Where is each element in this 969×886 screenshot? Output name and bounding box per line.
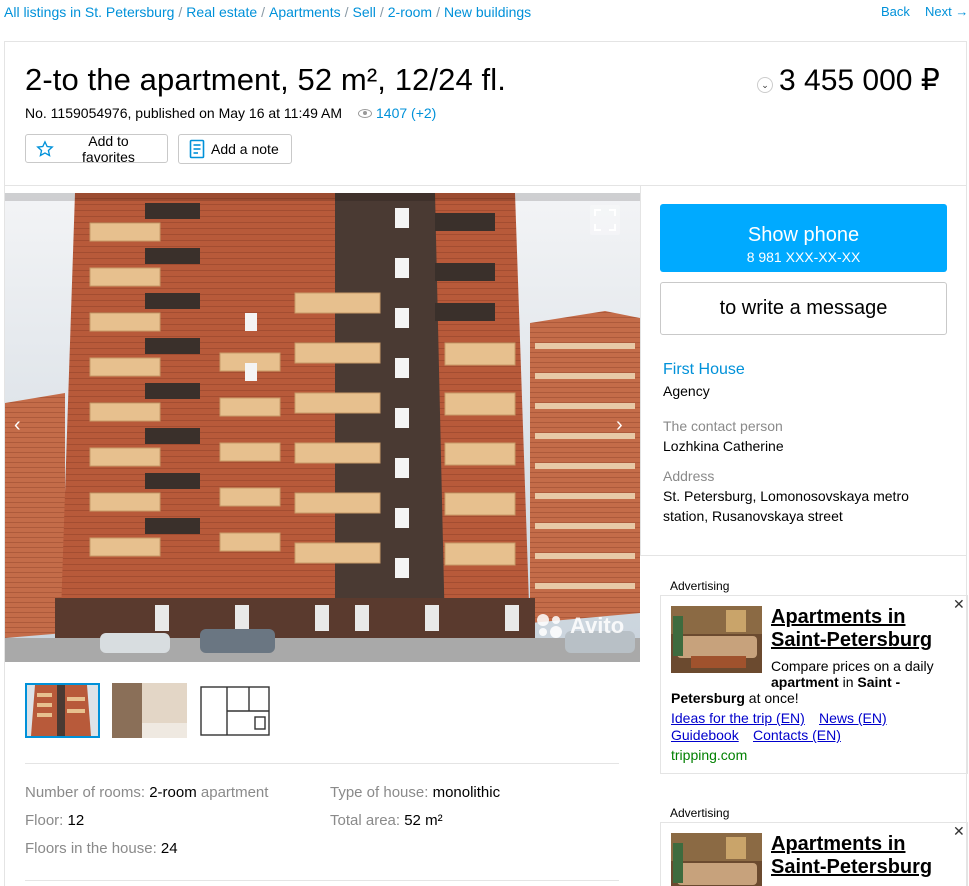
note-icon — [189, 139, 205, 159]
param-house-type: Type of house: monolithic — [330, 784, 500, 801]
param-rooms: Number of rooms: 2-room apartment — [25, 784, 268, 801]
back-link[interactable]: Back — [881, 4, 910, 19]
ad-image[interactable] — [671, 833, 762, 886]
thumbnail-1[interactable] — [25, 683, 100, 738]
address-label: Address — [663, 468, 715, 484]
contact-person-name: Lozhkina Catherine — [663, 438, 784, 454]
param-house-type-value: monolithic — [432, 784, 501, 801]
breadcrumb-separator: / — [344, 4, 349, 20]
next-photo-icon[interactable]: › — [616, 414, 623, 437]
ad-text-bold: apartment — [771, 674, 839, 690]
divider — [25, 763, 619, 764]
seller-type: Agency — [663, 383, 710, 399]
breadcrumb-apartments[interactable]: Apartments — [269, 4, 341, 20]
divider — [640, 185, 641, 556]
eye-icon — [358, 108, 372, 118]
ad-label: Advertising — [670, 806, 730, 820]
breadcrumb-separator: / — [178, 4, 183, 20]
param-floors-in-house: Floors in the house: 24 — [25, 840, 178, 857]
ad-text-line-2: apartment in Saint - — [771, 674, 900, 690]
ad-text-bold: Petersburg — [671, 690, 745, 706]
contact-person-label: The contact person — [663, 418, 783, 434]
breadcrumb-separator: / — [379, 4, 384, 20]
param-rooms-label: Number of rooms: — [25, 784, 146, 801]
param-rooms-value: 2-room — [149, 784, 197, 801]
param-floors-label: Floors in the house: — [25, 840, 157, 857]
photo-watermark: Avito — [536, 613, 624, 639]
ad-link-ideas[interactable]: Ideas for the trip (EN) — [671, 710, 805, 726]
ad-text-plain: at once! — [744, 690, 799, 706]
ad-title-line-1[interactable]: Apartments in — [771, 606, 905, 629]
next-link[interactable]: Next → — [925, 4, 968, 19]
address-line-1: St. Petersburg, Lomonosovskaya metro — [663, 488, 909, 504]
breadcrumb-sell[interactable]: Sell — [353, 4, 376, 20]
thumbnail-3[interactable] — [197, 683, 272, 738]
param-floors-value: 24 — [160, 840, 178, 857]
ad-title-line-2[interactable]: Saint-Petersburg — [771, 856, 932, 879]
close-ad-icon[interactable]: ✕ — [953, 596, 965, 613]
ad-text-plain: in — [838, 674, 858, 690]
breadcrumb-separator: / — [436, 4, 440, 20]
param-area-label: Total area: — [330, 812, 401, 829]
write-message-button[interactable]: to write a message — [660, 282, 947, 335]
param-rooms-unit: apartment — [200, 784, 269, 801]
photo-watermark-text: Avito — [570, 613, 625, 638]
previous-photo-icon[interactable]: ‹ — [14, 414, 21, 437]
masked-phone-number: 8 981 XXX-XX-XX — [746, 249, 861, 265]
ad-domain[interactable]: tripping.com — [671, 747, 747, 763]
breadcrumb: All listings in St. Petersburg / Real esta… — [4, 4, 531, 20]
breadcrumb-real-estate[interactable]: Real estate — [186, 4, 257, 20]
ad-text-bold: Saint - — [857, 674, 901, 690]
ad-text-line-1: Compare prices on a daily — [771, 658, 934, 674]
add-note-button[interactable]: Add a note — [178, 134, 292, 164]
param-floor: Floor: 12 — [25, 812, 84, 829]
price-currency-dropdown-icon[interactable]: ⌄ — [757, 77, 773, 93]
address-line-2: station, Rusanovskaya street — [663, 508, 843, 524]
show-phone-label: Show phone — [747, 224, 860, 246]
ad-link-news[interactable]: News (EN) — [819, 710, 887, 726]
ad-link-contacts[interactable]: Contacts (EN) — [753, 727, 841, 743]
ad-text-line-3: Petersburg at once! — [671, 690, 799, 706]
add-note-label: Add a note — [211, 141, 279, 157]
breadcrumb-separator: / — [261, 4, 266, 20]
divider — [25, 880, 619, 881]
close-ad-icon[interactable]: ✕ — [953, 823, 965, 840]
param-area-value: 52 m² — [404, 812, 443, 829]
add-to-favorites-label: Add to favorites — [82, 132, 135, 165]
add-to-favorites-button[interactable]: Add to favorites — [25, 132, 168, 165]
divider — [640, 555, 967, 556]
listing-meta: No. 1159054976, published on May 16 at 1… — [25, 105, 343, 121]
show-phone-button[interactable]: Show phone 8 981 XXX-XX-XX — [660, 204, 947, 272]
param-total-area: Total area: 52 m² — [330, 812, 443, 829]
main-photo[interactable] — [5, 193, 640, 662]
ad-image[interactable] — [671, 606, 762, 673]
param-house-type-label: Type of house: — [330, 784, 429, 801]
star-icon — [36, 139, 54, 157]
views-count: 1407 (+2) — [376, 105, 437, 121]
views-counter[interactable]: 1407 (+2) — [358, 105, 436, 121]
ad-label: Advertising — [670, 579, 730, 593]
avito-logo-icon — [537, 614, 562, 638]
breadcrumb-new-buildings[interactable]: New buildings — [444, 4, 531, 20]
listing-title: 2-to the apartment, 52 m², 12/24 fl. — [25, 62, 506, 97]
ad-title-line-1[interactable]: Apartments in — [771, 833, 905, 856]
ad-link-guidebook[interactable]: Guidebook — [671, 727, 739, 743]
divider — [5, 185, 967, 186]
breadcrumb-all-listings[interactable]: All listings in St. Petersburg — [4, 4, 174, 20]
thumbnail-2[interactable] — [112, 683, 187, 738]
breadcrumb-2-room[interactable]: 2-room — [388, 4, 432, 20]
param-floor-value: 12 — [67, 812, 85, 829]
listing-price: 3 455 000 ₽ — [779, 64, 940, 97]
param-floor-label: Floor: — [25, 812, 64, 829]
ad-title-line-2[interactable]: Saint-Petersburg — [771, 629, 932, 652]
fullscreen-icon[interactable] — [590, 205, 620, 235]
seller-name-link[interactable]: First House — [663, 361, 745, 379]
